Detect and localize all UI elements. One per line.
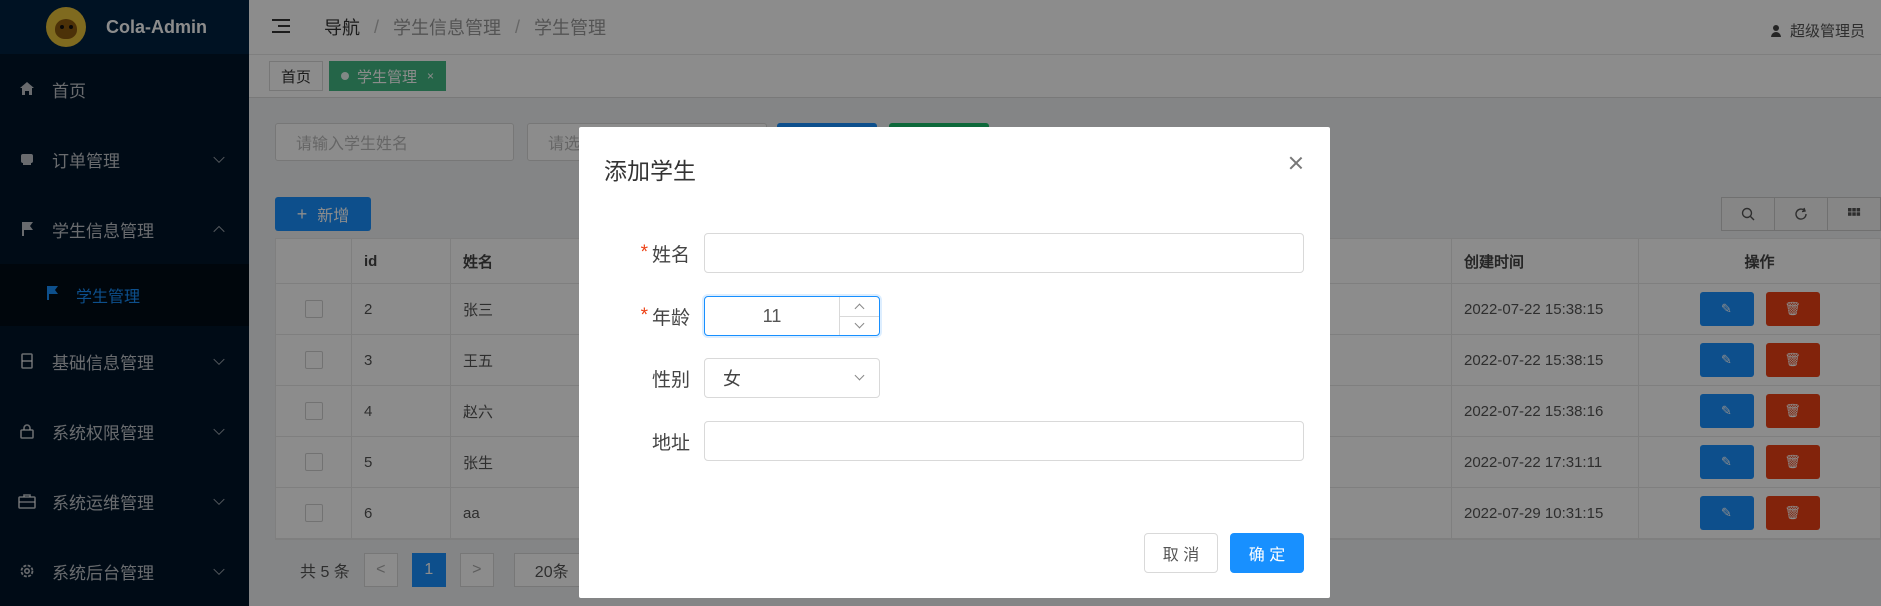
form-label-age: * 年龄 [641,296,690,336]
form-row-name: * 姓名 [579,233,1330,273]
chevron-down-icon [854,370,865,381]
required-mark: * [640,242,648,263]
form-label-address: 地址 [652,421,690,461]
add-student-modal: 添加学生 * 姓名 * 年龄 11 性别 女 地址 取 消 确 定 [579,127,1330,598]
chevron-down-icon [854,318,865,329]
form-row-gender: 性别 女 [579,358,1330,398]
form-row-address: 地址 [579,421,1330,461]
label-text: 地址 [651,432,690,454]
age-number-input[interactable]: 11 [704,296,880,336]
gender-select[interactable]: 女 [704,358,880,398]
name-input[interactable] [704,233,1304,273]
form-row-age: * 年龄 11 [579,296,1330,336]
decrement-button[interactable] [840,315,879,336]
label-text: 性别 [651,369,690,391]
gender-value: 女 [723,369,741,389]
age-value[interactable]: 11 [705,297,839,335]
chevron-up-icon [854,303,865,314]
address-input[interactable] [704,421,1304,461]
label-text: 年龄 [651,307,690,329]
form-label-name: * 姓名 [641,233,690,273]
cancel-button[interactable]: 取 消 [1144,533,1218,573]
close-icon[interactable] [1286,153,1306,173]
label-text: 姓名 [651,244,690,266]
age-stepper [839,297,879,335]
increment-button[interactable] [840,297,879,316]
modal-title: 添加学生 [604,158,696,184]
form-label-gender: 性别 [652,358,690,398]
confirm-button[interactable]: 确 定 [1230,533,1304,573]
required-mark: * [640,305,648,326]
